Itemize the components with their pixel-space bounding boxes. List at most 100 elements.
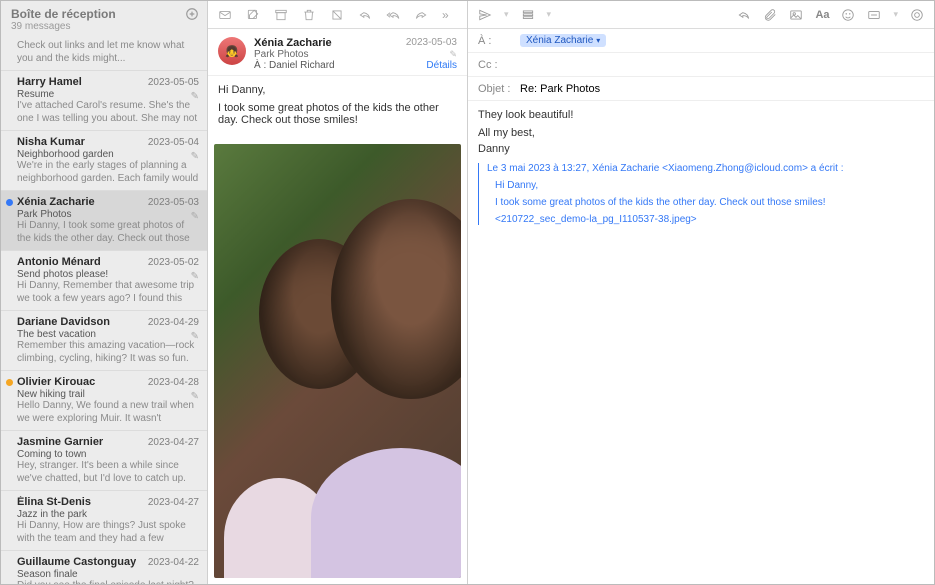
- reply-all-icon[interactable]: [386, 8, 400, 22]
- date: 2023-05-05: [148, 77, 199, 88]
- preview: Did you see the final episode last night…: [17, 580, 199, 584]
- sender: Xénia Zacharie: [17, 196, 95, 208]
- unread-dot-icon: [6, 199, 13, 206]
- to-row[interactable]: À : Xénia Zacharie: [468, 29, 934, 53]
- junk-icon[interactable]: [330, 8, 344, 22]
- message-viewer-pane: » 👧 Xénia Zacharie 2023-05-03 Park Photo…: [208, 1, 468, 584]
- date: 2023-04-27: [148, 497, 199, 508]
- unread-dot-icon: [6, 319, 13, 326]
- sender: Antonio Ménard: [17, 256, 101, 268]
- unread-dot-icon: [6, 379, 13, 386]
- message-list[interactable]: Check out links and let me know what you…: [1, 34, 207, 584]
- subject-row[interactable]: Objet :: [468, 77, 934, 101]
- viewer-subject: Park Photos: [254, 49, 308, 60]
- compose-pane: ▾ ▾ Aa ▾ À : Xénia Zacharie Cc : Objet: [468, 1, 934, 584]
- compose-body[interactable]: They look beautiful! All my best, Danny …: [468, 101, 934, 239]
- sender: Élina St-Denis: [17, 496, 91, 508]
- unread-dot-icon: [6, 139, 13, 146]
- compose-icon[interactable]: [246, 8, 260, 22]
- send-icon[interactable]: [478, 8, 492, 22]
- viewer-to: À : Daniel Richard: [254, 60, 335, 71]
- message-list-item[interactable]: Élina St-Denis 2023-04-27Jazz in the park…: [1, 491, 207, 551]
- unread-dot-icon: [6, 79, 13, 86]
- preview: Hello Danny, We found a new trail when w…: [17, 400, 199, 424]
- more-icon[interactable]: »: [442, 8, 449, 22]
- draft-icon: ✎: [191, 211, 199, 222]
- date: 2023-04-22: [148, 557, 199, 568]
- subject: Season finale: [17, 569, 199, 580]
- date: 2023-04-28: [148, 377, 199, 388]
- preview: Check out links and let me know what you…: [17, 40, 199, 64]
- preview: Hey, stranger. It's been a while since w…: [17, 460, 199, 484]
- preview: We're in the early stages of planning a …: [17, 160, 199, 184]
- format-icon[interactable]: Aa: [815, 8, 829, 22]
- subject: New hiking trail: [17, 389, 199, 400]
- viewer-sender: Xénia Zacharie: [254, 37, 332, 49]
- archive-icon[interactable]: [274, 8, 288, 22]
- date: 2023-05-03: [148, 197, 199, 208]
- attach-icon[interactable]: [763, 8, 777, 22]
- forward-icon[interactable]: [414, 8, 428, 22]
- message-list-item[interactable]: Dariane Davidson2023-04-29The best vacat…: [1, 311, 207, 371]
- to-label: À :: [478, 35, 514, 47]
- message-list-item[interactable]: Antonio Ménard2023-05-02Send photos plea…: [1, 251, 207, 311]
- compose-line: Danny: [478, 143, 924, 155]
- body-text: I took some great photos of the kids the…: [218, 102, 457, 126]
- draft-icon: ✎: [191, 271, 199, 282]
- avatar: 👧: [218, 37, 246, 65]
- message-list-item[interactable]: Guillaume Castonguay2023-04-22Season fin…: [1, 551, 207, 584]
- attached-photo[interactable]: [214, 144, 461, 578]
- draft-icon: ✎: [191, 91, 199, 102]
- photo-icon[interactable]: [789, 8, 803, 22]
- message-list-item[interactable]: Check out links and let me know what you…: [1, 34, 207, 71]
- quote-attachment: <210722_sec_demo-la_pg_I110537-38.jpeg>: [495, 214, 924, 225]
- sender: Harry Hamel: [17, 76, 82, 88]
- subject: Neighborhood garden: [17, 149, 199, 160]
- compose-fields: À : Xénia Zacharie Cc : Objet :: [468, 29, 934, 101]
- draft-icon: ✎: [191, 331, 199, 342]
- dictation-icon[interactable]: [910, 8, 924, 22]
- sender: Dariane Davidson: [17, 316, 110, 328]
- cc-input[interactable]: [520, 59, 924, 71]
- cc-row[interactable]: Cc :: [468, 53, 934, 77]
- viewer-toolbar: »: [208, 1, 467, 29]
- sender: Nisha Kumar: [17, 136, 85, 148]
- preview: Hi Danny, I took some great photos of th…: [17, 220, 199, 244]
- mail-app: Boîte de réception 39 messages Check out…: [1, 1, 934, 584]
- unread-dot-icon: [6, 259, 13, 266]
- trash-icon[interactable]: [302, 8, 316, 22]
- reply-icon[interactable]: [358, 8, 372, 22]
- unread-dot-icon: [6, 439, 13, 446]
- message-list-pane: Boîte de réception 39 messages Check out…: [1, 1, 208, 584]
- emoji-icon[interactable]: [841, 8, 855, 22]
- unread-dot-icon: [6, 499, 13, 506]
- message-list-item[interactable]: Nisha Kumar2023-05-04Neighborhood garden…: [1, 131, 207, 191]
- sender: Olivier Kirouac: [17, 376, 95, 388]
- preview: I've attached Carol's resume. She's the …: [17, 100, 199, 124]
- unread-dot-icon: [6, 42, 13, 49]
- draft-icon: ✎: [191, 391, 199, 402]
- subject-input[interactable]: [520, 83, 924, 95]
- body-greeting: Hi Danny,: [218, 84, 457, 96]
- message-list-item[interactable]: Xénia Zacharie 2023-05-03Park Photos✎Hi D…: [1, 191, 207, 251]
- unread-dot-icon: [6, 559, 13, 566]
- preview: Hi Danny, Remember that awesome trip we …: [17, 280, 199, 304]
- header-fields-icon[interactable]: [521, 8, 535, 22]
- subject: Jazz in the park: [17, 509, 199, 520]
- envelope-icon[interactable]: [218, 8, 232, 22]
- message-list-item[interactable]: Jasmine Garnier2023-04-27Coming to townH…: [1, 431, 207, 491]
- filter-icon[interactable]: [185, 7, 199, 21]
- details-link[interactable]: Détails: [426, 60, 457, 71]
- quote-body: I took some great photos of the kids the…: [495, 197, 924, 208]
- cc-label: Cc :: [478, 59, 514, 71]
- reply-type-icon[interactable]: [737, 8, 751, 22]
- message-list-item[interactable]: Olivier Kirouac 2023-04-28New hiking trai…: [1, 371, 207, 431]
- date: 2023-05-02: [148, 257, 199, 268]
- compose-toolbar: ▾ ▾ Aa ▾: [468, 1, 934, 29]
- mailbox-title: Boîte de réception: [11, 7, 116, 21]
- subject: Park Photos: [17, 209, 199, 220]
- media-icon[interactable]: [867, 8, 881, 22]
- message-list-item[interactable]: Harry Hamel2023-05-05Resume✎I've attache…: [1, 71, 207, 131]
- recipient-pill[interactable]: Xénia Zacharie: [520, 34, 606, 47]
- subject-label: Objet :: [478, 83, 514, 95]
